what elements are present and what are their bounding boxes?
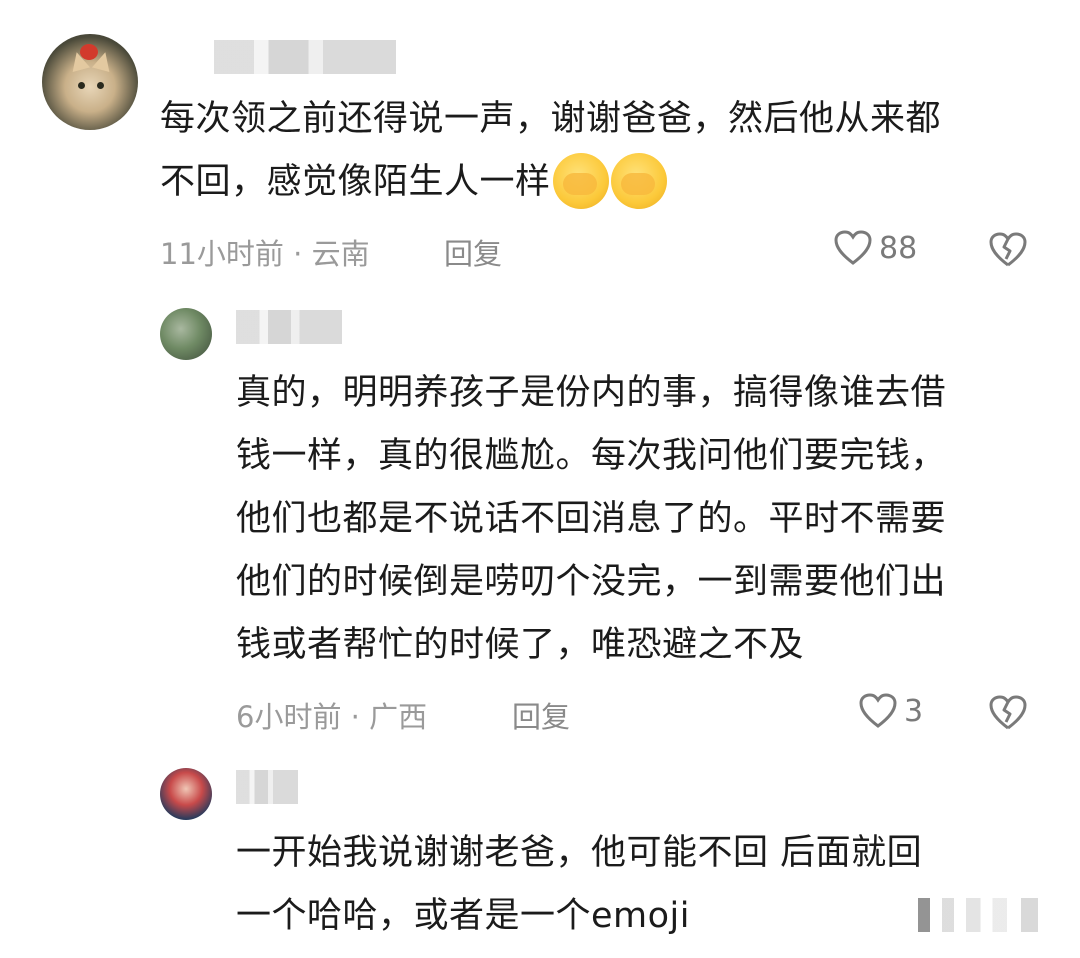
facepalm-emoji-icon xyxy=(610,153,667,209)
reply-button[interactable]: 回复 xyxy=(444,231,502,273)
avatar[interactable] xyxy=(160,768,212,820)
comment-meta: 6小时前 · 广西 xyxy=(236,700,428,734)
reply-button[interactable]: 回复 xyxy=(512,694,570,736)
like-button[interactable]: 88 xyxy=(833,229,917,267)
facepalm-emoji-icon xyxy=(552,153,609,209)
username-masked[interactable] xyxy=(214,40,396,74)
username-masked[interactable] xyxy=(236,310,342,344)
username-masked[interactable] xyxy=(236,770,298,804)
like-button[interactable]: 3 xyxy=(858,692,923,730)
watermark-masked xyxy=(918,898,1038,932)
comment-text: 每次领之前还得说一声，谢谢爸爸，然后他从来都 不回，感觉像陌生人一样 xyxy=(160,88,1060,214)
heart-outline-icon xyxy=(833,229,873,267)
comment-meta: 11小时前 · 云南 xyxy=(160,237,370,271)
broken-heart-icon[interactable] xyxy=(988,231,1028,269)
heart-outline-icon xyxy=(858,692,898,730)
broken-heart-icon[interactable] xyxy=(988,694,1028,732)
comment-text: 真的，明明养孩子是份内的事，搞得像谁去借 钱一样，真的很尴尬。每次我问他们要完钱… xyxy=(236,373,947,665)
avatar[interactable] xyxy=(42,34,138,130)
like-count: 3 xyxy=(904,693,924,729)
avatar[interactable] xyxy=(160,308,212,360)
like-count: 88 xyxy=(879,230,918,266)
